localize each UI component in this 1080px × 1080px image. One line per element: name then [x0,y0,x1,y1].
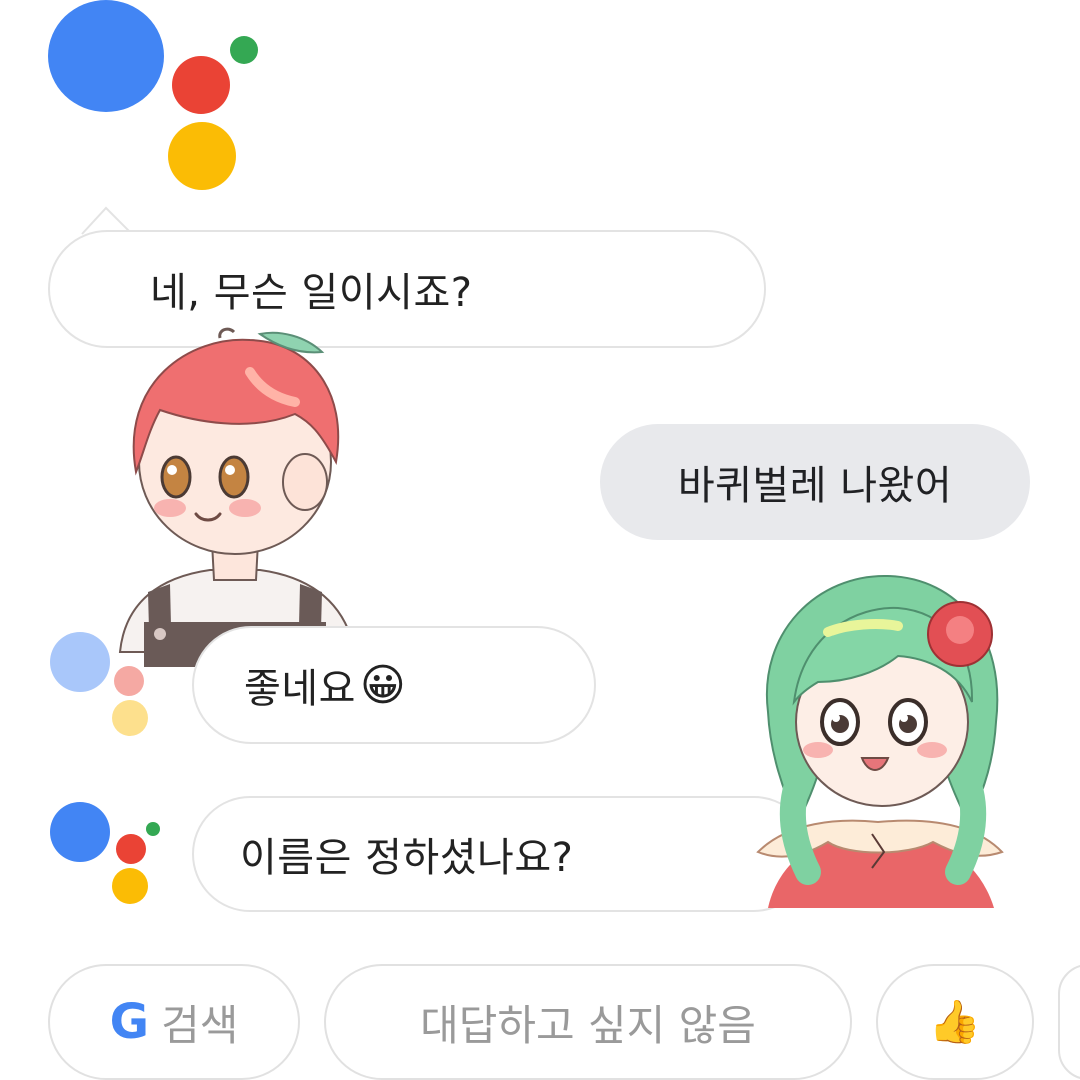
assistant-message-2-text: 좋네요 [244,666,356,712]
assistant-dot-blue [50,632,110,692]
assistant-dot-red [116,834,146,864]
assistant-message-3-text: 이름은 정하셨나요? [240,835,574,881]
user-message: 바퀴벌레 나왔어 [600,424,1030,540]
assistant-dot-blue [50,802,110,862]
assistant-dot-green [230,36,258,64]
assistant-message-1-text: 네, 무슨 일이시죠? [150,270,473,316]
assistant-dot-yellow [168,122,236,190]
no-answer-chip-label: 대답하고 싶지 않음 [420,1000,756,1050]
assistant-dot-yellow [112,868,148,904]
assistant-dot-blue [48,0,164,112]
girl-character-illustration [756,574,1004,908]
assistant-message-3: 이름은 정하셨나요? [192,796,812,912]
thumbs-up-chip[interactable]: 👍 [876,964,1034,1080]
assistant-dot-red [114,666,144,696]
search-chip-label: 검색 [161,1000,239,1050]
assistant-dot-red [172,56,230,114]
user-message-text: 바퀴벌레 나왔어 [677,463,953,509]
search-chip[interactable]: G 검색 [48,964,300,1080]
grinning-face-emoji: 😀 [359,659,407,711]
more-chip-partial[interactable] [1058,964,1080,1080]
boy-character-illustration [118,327,357,667]
assistant-dot-green [146,822,160,836]
assistant-message-2: 좋네요 😀 [192,626,596,744]
google-g-icon: G [109,994,150,1050]
assistant-dot-yellow [112,700,148,736]
thumbs-up-icon: 👍 [928,997,982,1046]
no-answer-chip[interactable]: 대답하고 싶지 않음 [324,964,852,1080]
